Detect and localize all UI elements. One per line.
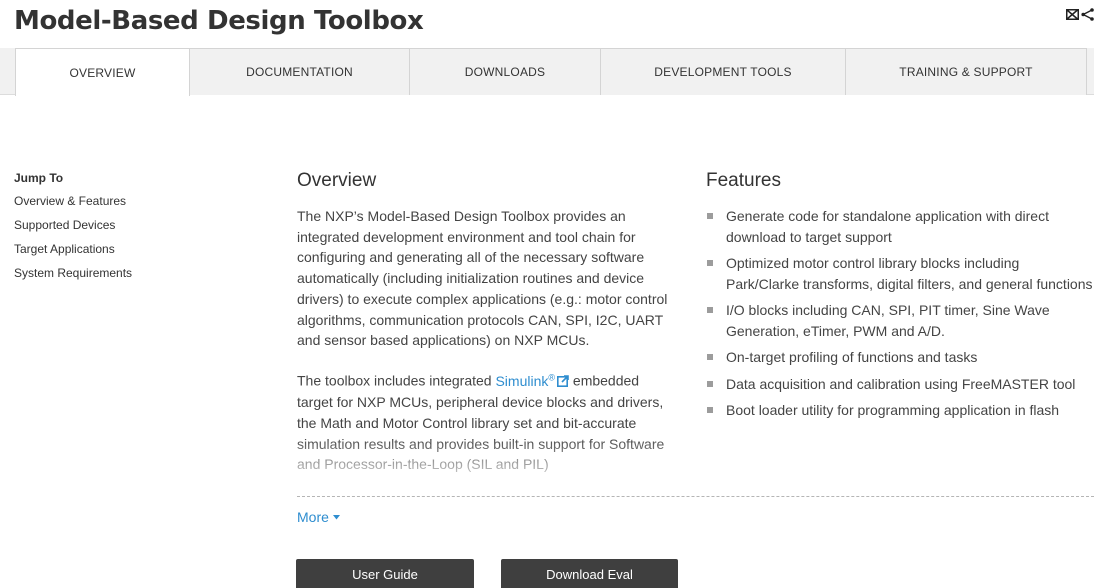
feature-item: Boot loader utility for programming appl… bbox=[706, 400, 1094, 421]
external-link-icon[interactable] bbox=[557, 372, 569, 393]
tab-downloads[interactable]: DOWNLOADS bbox=[410, 48, 601, 95]
tab-label: DOWNLOADS bbox=[464, 65, 546, 79]
download-eval-label: Download Eval bbox=[546, 566, 633, 582]
bullet-icon bbox=[707, 380, 713, 387]
download-eval-button[interactable]: Download Eval bbox=[501, 559, 678, 588]
bullet-icon bbox=[707, 213, 713, 219]
text-fade-overlay bbox=[706, 441, 1094, 501]
feature-text: Generate code for standalone application… bbox=[726, 208, 1049, 245]
overview-body: The NXP’s Model-Based Design Toolbox pro… bbox=[297, 192, 677, 497]
share-icons bbox=[1066, 8, 1094, 21]
registered-mark: ® bbox=[548, 371, 556, 382]
page-title: Model-Based Design Toolbox bbox=[14, 6, 424, 36]
feature-item: Data acquisition and calibration using F… bbox=[706, 374, 1094, 395]
text-fade-overlay bbox=[297, 437, 677, 497]
tab-label: TRAINING & SUPPORT bbox=[899, 65, 1033, 79]
share-icon[interactable] bbox=[1081, 8, 1094, 21]
simulink-link-label: Simulink bbox=[495, 372, 549, 389]
bullet-icon bbox=[707, 354, 713, 360]
jump-link-supported-devices[interactable]: Supported Devices bbox=[14, 218, 132, 232]
jump-to-nav: Jump To Overview & Features Supported De… bbox=[14, 171, 132, 290]
tab-bar: OVERVIEW DOCUMENTATION DOWNLOADS DEVELOP… bbox=[0, 48, 1094, 96]
features-title: Features bbox=[706, 170, 781, 191]
feature-item: I/O blocks including CAN, SPI, PIT timer… bbox=[706, 300, 1094, 341]
section-divider bbox=[297, 496, 1094, 497]
feature-text: Optimized motor control library blocks i… bbox=[726, 255, 1093, 292]
tab-overview[interactable]: OVERVIEW bbox=[15, 48, 190, 96]
email-icon[interactable] bbox=[1066, 9, 1079, 20]
user-guide-label: User Guide bbox=[352, 566, 418, 582]
bullet-icon bbox=[707, 260, 713, 266]
user-guide-button[interactable]: User Guide bbox=[296, 559, 474, 588]
more-label: More bbox=[297, 509, 329, 525]
jump-link-target-applications[interactable]: Target Applications bbox=[14, 242, 132, 256]
tab-label: DEVELOPMENT TOOLS bbox=[654, 65, 792, 79]
overview-section: Overview The NXP’s Model-Based Design To… bbox=[297, 170, 677, 497]
bullet-icon bbox=[707, 407, 713, 413]
feature-text: Data acquisition and calibration using F… bbox=[726, 375, 1076, 392]
features-section: Features Generate code for standalone ap… bbox=[706, 170, 1094, 501]
tab-documentation[interactable]: DOCUMENTATION bbox=[190, 48, 410, 95]
tab-training-support[interactable]: TRAINING & SUPPORT bbox=[846, 48, 1087, 95]
jump-link-overview-features[interactable]: Overview & Features bbox=[14, 194, 132, 208]
more-link[interactable]: More bbox=[297, 509, 340, 525]
tab-development-tools[interactable]: DEVELOPMENT TOOLS bbox=[601, 48, 846, 95]
feature-item: Generate code for standalone application… bbox=[706, 206, 1094, 247]
feature-item: On-target profiling of functions and tas… bbox=[706, 347, 1094, 368]
feature-item: Optimized motor control library blocks i… bbox=[706, 253, 1094, 294]
simulink-link[interactable]: Simulink® bbox=[495, 371, 556, 389]
features-body: Generate code for standalone application… bbox=[706, 196, 1094, 501]
caret-down-icon bbox=[332, 515, 340, 520]
overview-paragraph-1: The NXP’s Model-Based Design Toolbox pro… bbox=[297, 208, 668, 349]
feature-text: Boot loader utility for programming appl… bbox=[726, 402, 1060, 418]
feature-text: On-target profiling of functions and tas… bbox=[726, 349, 978, 365]
tab-label: DOCUMENTATION bbox=[246, 65, 353, 79]
jump-to-title: Jump To bbox=[14, 171, 64, 185]
tab-label: OVERVIEW bbox=[69, 65, 136, 80]
features-list: Generate code for standalone application… bbox=[706, 206, 1094, 421]
feature-text: I/O blocks including CAN, SPI, PIT timer… bbox=[726, 302, 1050, 339]
jump-link-system-requirements[interactable]: System Requirements bbox=[14, 266, 132, 280]
overview-title: Overview bbox=[297, 170, 377, 191]
bullet-icon bbox=[707, 307, 713, 313]
overview-paragraph-2-start: The toolbox includes integrated bbox=[297, 372, 496, 389]
